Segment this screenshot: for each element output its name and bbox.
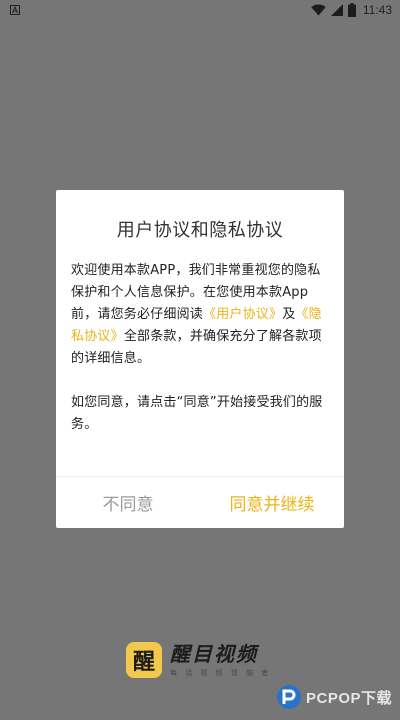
status-icons: 11:43 (311, 3, 392, 17)
disagree-button[interactable]: 不同意 (56, 477, 200, 528)
notification-a-icon (10, 5, 20, 15)
app-name: 醒目视频 (170, 642, 258, 666)
cell-signal-icon (330, 4, 343, 16)
battery-icon (347, 3, 356, 17)
app-brand: 醒 醒目视频 每 话 视 频 现 脑 者 (126, 642, 271, 678)
dialog-body: 欢迎使用本款APP，我们非常重视您的隐私保护和个人信息保护。在您使用本款App前… (71, 260, 331, 436)
app-logo: 醒 (126, 642, 162, 678)
watermark: PCPOP下载 (276, 684, 392, 710)
wifi-icon (311, 4, 326, 16)
status-bar: 11:43 (0, 0, 400, 22)
pcpop-logo-icon (277, 685, 301, 709)
agree-continue-button[interactable]: 同意并继续 (200, 477, 344, 528)
dialog-title: 用户协议和隐私协议 (116, 220, 284, 241)
dialog-buttons: 不同意 同意并继续 (56, 477, 344, 528)
intro-and-text: 及 (282, 307, 296, 322)
user-agreement-link[interactable]: 《用户协议》 (203, 307, 282, 322)
watermark-text: PCPOP下载 (306, 689, 393, 707)
brand-text: 醒目视频 每 话 视 频 现 脑 者 (170, 642, 271, 678)
agreement-dialog: 用户协议和隐私协议 欢迎使用本款APP，我们非常重视您的隐私保护和个人信息保护。… (56, 190, 344, 528)
intro-paragraph: 欢迎使用本款APP，我们非常重视您的隐私保护和个人信息保护。在您使用本款App前… (71, 260, 331, 370)
status-time: 11:43 (362, 3, 392, 17)
app-slogan: 每 话 视 频 现 脑 者 (170, 669, 272, 677)
consent-paragraph: 如您同意，请点击“同意”开始接受我们的服务。 (71, 395, 323, 432)
